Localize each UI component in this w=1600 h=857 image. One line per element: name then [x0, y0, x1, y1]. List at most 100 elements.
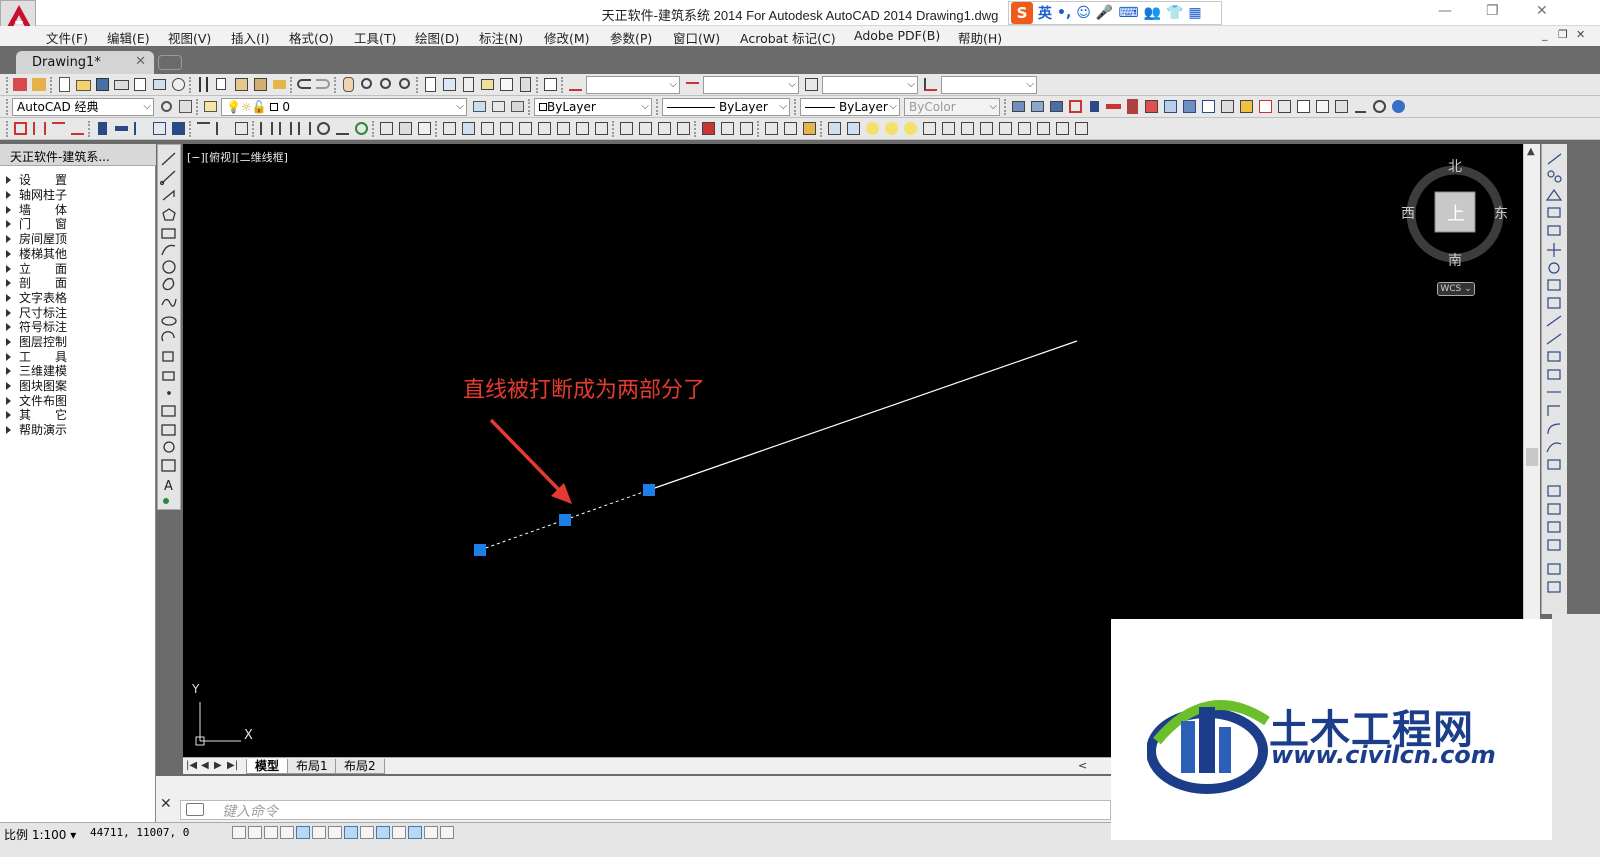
menu-draw[interactable]: 绘图(D)	[415, 28, 459, 47]
pan-icon[interactable]	[340, 76, 357, 93]
menu-file[interactable]: 文件(F)	[46, 28, 88, 47]
tz-roof-icon[interactable]	[1181, 98, 1198, 115]
tz-sect-1-icon[interactable]	[700, 120, 717, 137]
linetype-dropdown[interactable]: ByLayer ⌵	[662, 97, 790, 116]
menu-modify[interactable]: 修改(M)	[544, 28, 590, 47]
layer-state-icon[interactable]	[509, 98, 526, 115]
match-properties-icon[interactable]	[271, 76, 288, 93]
tz-annotation-icon[interactable]	[1352, 98, 1369, 115]
menu-view[interactable]: 视图(V)	[168, 28, 211, 47]
text-style-icon[interactable]	[567, 76, 584, 93]
compass-east[interactable]: 东	[1494, 203, 1508, 223]
tz-3d-14-icon[interactable]	[1073, 120, 1090, 137]
tz-window-icon[interactable]	[1143, 98, 1160, 115]
command-input[interactable]	[180, 800, 1111, 820]
tz-stair-1-icon[interactable]	[441, 120, 458, 137]
layer-properties-icon[interactable]	[202, 98, 219, 115]
tz-angle-column-icon[interactable]	[132, 120, 149, 137]
command-close-button[interactable]: ✕	[160, 796, 172, 812]
menu-tools[interactable]: 工具(T)	[354, 28, 396, 47]
tz-wall-frame-icon[interactable]	[233, 120, 250, 137]
my-workspace-icon[interactable]	[177, 98, 194, 115]
ime-toolbox-icon[interactable]: ▦	[1188, 5, 1201, 21]
tz-stair-3-icon[interactable]	[479, 120, 496, 137]
tz-target-icon[interactable]	[1371, 98, 1388, 115]
tz-symbol-icon[interactable]	[1314, 98, 1331, 115]
tangent-tool-icon[interactable]	[12, 76, 29, 93]
tz-tool-3-icon[interactable]	[1048, 98, 1065, 115]
tz-misc-2-icon[interactable]	[782, 120, 799, 137]
zoom-previous-icon[interactable]	[397, 76, 414, 93]
zoom-realtime-icon[interactable]	[359, 76, 376, 93]
layer-dropdown[interactable]: 💡☼🔓 0 ⌵	[221, 97, 467, 116]
tz-help-icon[interactable]	[1390, 98, 1407, 115]
tz-table-icon[interactable]	[1276, 98, 1293, 115]
menu-edit[interactable]: 编辑(E)	[107, 28, 150, 47]
sheet-set-icon[interactable]	[479, 76, 496, 93]
zoom-window-icon[interactable]	[378, 76, 395, 93]
properties-icon[interactable]	[422, 76, 439, 93]
tz-stair-5-icon[interactable]	[517, 120, 534, 137]
tz-elevation-icon[interactable]	[1219, 98, 1236, 115]
toolbar-grip[interactable]	[6, 76, 10, 93]
tz-3d-13-icon[interactable]	[1054, 120, 1071, 137]
doc-restore-button[interactable]: ❐	[1558, 28, 1568, 41]
tz-misc-1-icon[interactable]	[763, 120, 780, 137]
tz-3d-9-icon[interactable]	[978, 120, 995, 137]
tab-layout1[interactable]: 布局1	[287, 759, 337, 774]
tz-door-window-2-icon[interactable]	[277, 120, 294, 137]
ime-voice-icon[interactable]: 🎤	[1096, 5, 1113, 21]
document-tab[interactable]: Drawing1* ✕	[16, 51, 154, 74]
ime-toolbar[interactable]: S 英 •, ☺ 🎤 ⌨ 👥 👕 ▦	[1008, 1, 1222, 25]
open-file-icon[interactable]	[75, 76, 92, 93]
tz-3d-1-icon[interactable]	[826, 120, 843, 137]
menu-acrobat[interactable]: Acrobat 标记(C)	[740, 28, 836, 47]
close-button[interactable]: ✕	[1536, 3, 1548, 19]
toolbar-grip[interactable]	[6, 98, 10, 115]
coordinate-readout[interactable]: 44711, 11007, 0	[90, 826, 189, 839]
paste-icon[interactable]	[233, 76, 250, 93]
tz-elev-4-icon[interactable]	[675, 120, 692, 137]
lineweight-dropdown[interactable]: ByLayer ⌵	[800, 97, 900, 116]
make-current-layer-icon[interactable]	[471, 98, 488, 115]
markup-icon[interactable]	[498, 76, 515, 93]
quick-properties-toggle[interactable]	[424, 826, 438, 839]
compass-south[interactable]: 南	[1448, 250, 1462, 270]
line-segment[interactable]	[648, 340, 1078, 491]
tz-elev-2-icon[interactable]	[637, 120, 654, 137]
doc-close-button[interactable]: ✕	[1576, 28, 1585, 41]
dyn-toggle[interactable]	[376, 826, 390, 839]
tab-model[interactable]: 模型	[246, 759, 289, 774]
tz-room-1-icon[interactable]	[378, 120, 395, 137]
tz-sect-3-icon[interactable]	[738, 120, 755, 137]
tz-3d-8-icon[interactable]	[959, 120, 976, 137]
tz-room-3-icon[interactable]	[416, 120, 433, 137]
menu-format[interactable]: 格式(O)	[289, 28, 334, 47]
prev-layout-button[interactable]: ◀	[201, 760, 209, 771]
tz-room-icon[interactable]	[1162, 98, 1179, 115]
tz-3d-4-icon[interactable]	[883, 120, 900, 137]
tz-stair-9-icon[interactable]	[593, 120, 610, 137]
scroll-thumb[interactable]	[1526, 448, 1538, 466]
layer-previous-icon[interactable]	[490, 98, 507, 115]
menu-help[interactable]: 帮助(H)	[958, 28, 1002, 47]
compass-west[interactable]: 西	[1401, 203, 1415, 223]
3d-osnap-toggle[interactable]	[328, 826, 342, 839]
menu-insert[interactable]: 插入(I)	[231, 28, 269, 47]
ducs-toggle[interactable]	[360, 826, 374, 839]
tz-wall-single-icon[interactable]	[214, 120, 231, 137]
tz-room-2-icon[interactable]	[397, 120, 414, 137]
tz-column-align-icon[interactable]	[170, 120, 187, 137]
color-dropdown[interactable]: ByLayer ⌵	[534, 97, 652, 116]
tz-sect-2-icon[interactable]	[719, 120, 736, 137]
calculator-icon[interactable]	[517, 76, 534, 93]
tz-dim-icon[interactable]	[1295, 98, 1312, 115]
viewcube-top-label[interactable]: 上	[1447, 200, 1465, 226]
menu-adobe-pdf[interactable]: Adobe PDF(B)	[854, 28, 940, 43]
tz-wall-icon[interactable]	[1105, 98, 1122, 115]
ime-emoji-icon[interactable]: ☺	[1076, 5, 1091, 21]
grid-toggle[interactable]	[264, 826, 278, 839]
tz-3d-11-icon[interactable]	[1016, 120, 1033, 137]
first-layout-button[interactable]: |◀	[186, 760, 197, 771]
tz-text-icon[interactable]	[1257, 98, 1274, 115]
